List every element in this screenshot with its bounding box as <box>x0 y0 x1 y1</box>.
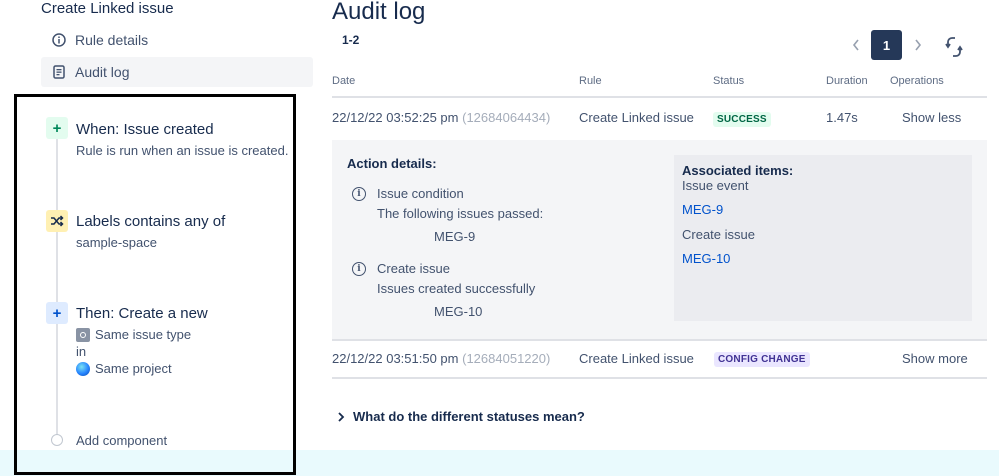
trigger-plus-icon[interactable]: + <box>46 117 68 139</box>
action-in-label: in <box>76 344 87 359</box>
detail-value: MEG-9 <box>434 229 476 244</box>
chevron-right-icon <box>337 410 351 424</box>
associated-issue-link[interactable]: MEG-9 <box>682 202 723 217</box>
column-header-duration[interactable]: Duration <box>826 75 868 87</box>
table-row-date: 22/12/22 03:52:25 pm (12684064434) <box>332 110 550 125</box>
detail-title: Issue condition <box>377 186 464 201</box>
row-rule: Create Linked issue <box>579 110 694 125</box>
nav-rule-details[interactable]: Rule details <box>41 25 313 55</box>
column-header-status[interactable]: Status <box>713 75 744 87</box>
row-date: 22/12/22 03:51:50 pm <box>332 351 459 366</box>
project-avatar-icon <box>76 361 90 376</box>
detail-title: Create issue <box>377 261 450 276</box>
row-rule: Create Linked issue <box>579 351 694 366</box>
chevron-left-icon[interactable] <box>842 31 870 59</box>
flow-connector-line <box>56 138 58 436</box>
add-component-button[interactable]: Add component <box>76 433 167 448</box>
condition-subtitle: sample-space <box>76 235 157 250</box>
show-more-link[interactable]: Show more <box>902 351 968 366</box>
issue-type-label: Same issue type <box>95 327 192 342</box>
detail-value: MEG-10 <box>434 304 483 319</box>
info-icon: i <box>352 187 366 201</box>
info-icon: i <box>352 262 366 276</box>
page-title: Audit log <box>332 0 426 25</box>
trigger-subtitle: Rule is run when an issue is created. <box>76 143 289 158</box>
row-duration: 1.47s <box>826 110 858 125</box>
column-header-operations: Operations <box>890 75 944 87</box>
action-title[interactable]: Then: Create a new <box>76 305 208 322</box>
column-header-date[interactable]: Date <box>332 75 355 87</box>
associated-group-label: Issue event <box>682 178 749 193</box>
associated-items-heading: Associated items: <box>682 163 794 178</box>
row-divider <box>332 339 987 341</box>
header-divider <box>332 96 987 98</box>
row-divider <box>332 377 987 379</box>
issue-type-icon <box>76 327 90 342</box>
detail-text: Issues created successfully <box>377 281 536 296</box>
nav-audit-log[interactable]: Audit log <box>41 57 313 87</box>
project-label: Same project <box>95 361 172 376</box>
nav-rule-details-label: Rule details <box>75 32 149 48</box>
row-id: (12684064434) <box>462 110 551 125</box>
info-icon <box>49 30 69 50</box>
trigger-title[interactable]: When: Issue created <box>76 121 214 138</box>
rule-title: Create Linked issue <box>41 0 174 17</box>
condition-title[interactable]: Labels contains any of <box>76 213 225 230</box>
column-header-rule[interactable]: Rule <box>579 75 602 87</box>
nav-audit-log-label: Audit log <box>75 64 130 80</box>
add-component-dot-icon[interactable] <box>51 434 63 446</box>
action-details-heading: Action details: <box>347 156 437 171</box>
chevron-right-icon[interactable] <box>904 31 932 59</box>
action-issue-type: Same issue type <box>76 327 191 342</box>
status-badge: SUCCESS <box>713 112 771 127</box>
detail-text: The following issues passed: <box>377 206 544 221</box>
show-less-link[interactable]: Show less <box>902 110 961 125</box>
action-plus-icon[interactable]: + <box>46 302 68 324</box>
row-date: 22/12/22 03:52:25 pm <box>332 110 459 125</box>
document-icon <box>49 62 69 82</box>
statuses-help-toggle[interactable]: What do the different statuses mean? <box>337 409 585 424</box>
associated-group-label: Create issue <box>682 227 755 242</box>
associated-issue-link[interactable]: MEG-10 <box>682 251 730 266</box>
refresh-icon[interactable] <box>943 36 967 60</box>
result-range: 1-2 <box>342 33 360 47</box>
page-button-current[interactable]: 1 <box>871 30 902 60</box>
statuses-help-label: What do the different statuses mean? <box>353 409 585 424</box>
row-id: (12684051220) <box>462 351 551 366</box>
status-badge: CONFIG CHANGE <box>714 352 810 367</box>
shuffle-icon[interactable] <box>46 210 68 232</box>
action-project: Same project <box>76 361 172 376</box>
table-row-date: 22/12/22 03:51:50 pm (12684051220) <box>332 351 550 366</box>
